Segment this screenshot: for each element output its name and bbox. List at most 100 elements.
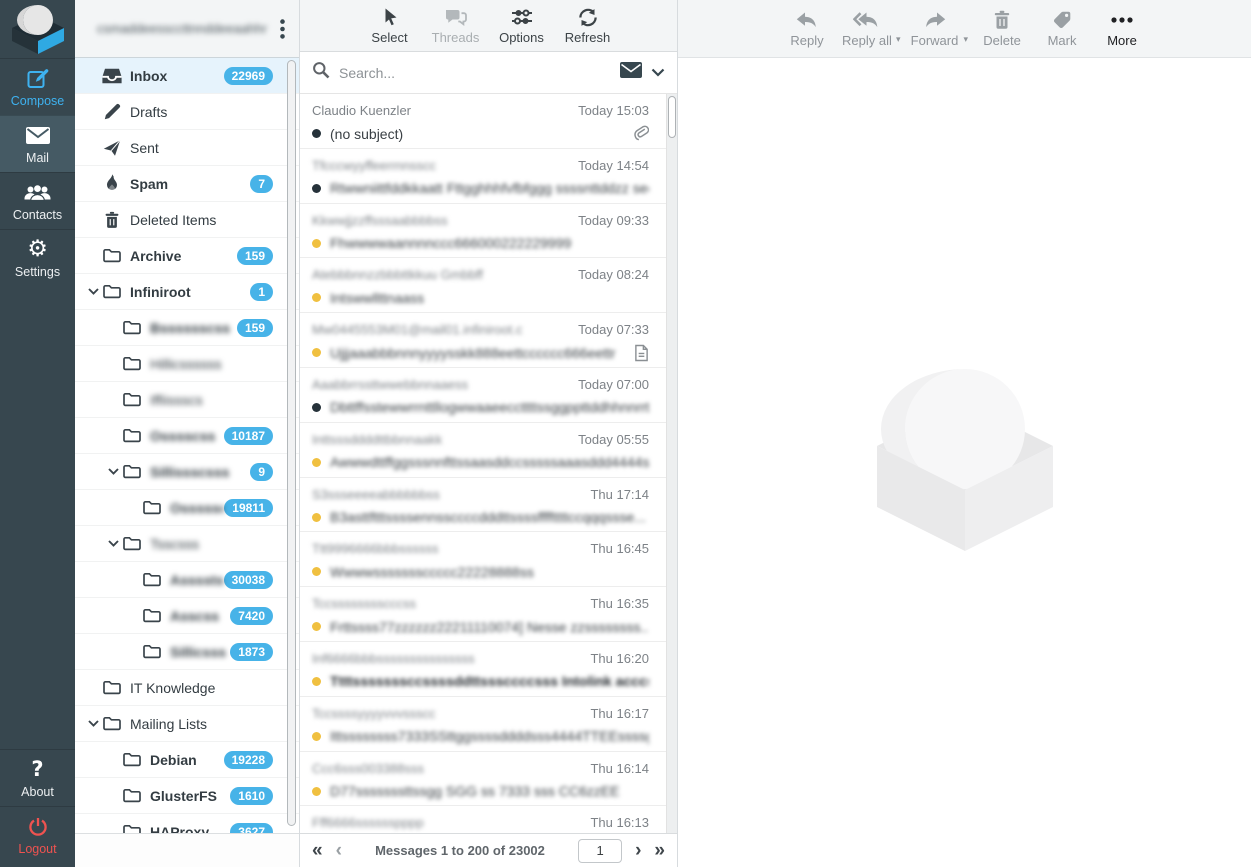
message-row[interactable]: Mw0445553M01@mail01.infiniroot.cToday 07… [300,313,677,368]
flagged-dot[interactable] [312,348,321,357]
sidebar-item-contacts[interactable]: Contacts [0,172,75,229]
message-row[interactable]: Fff6666ssssssppppThu 16:13Tssj jl li bb … [300,806,677,833]
flagged-dot[interactable] [312,513,321,522]
folder-item-redacted-7[interactable]: Tsscsss [75,526,299,562]
forward-button[interactable]: Forward [906,9,964,48]
last-page-button[interactable]: » [654,841,665,860]
message-date: Thu 16:17 [590,706,649,721]
unread-count-badge: 22969 [224,67,273,85]
message-row[interactable]: Atebbbnnzzbbbttkkuu GmbbffToday 08:24Int… [300,258,677,313]
message-row[interactable]: TccssssyyyyvvvsssccThu 16:17Ittssssssss7… [300,697,677,752]
reply-button[interactable]: Reply [778,9,836,48]
folder-label: Osssscss [150,428,224,444]
next-page-button[interactable]: › [635,841,641,860]
chevron-down-icon[interactable] [84,720,102,727]
kebab-menu-icon[interactable] [273,19,291,39]
message-sender: Tccssssyyyyvvvssscc [312,706,436,721]
message-row[interactable]: Ccc6sss003388sssThu 16:14D77sssssssttssg… [300,752,677,807]
folder-item-spam[interactable]: Spam7 [75,166,299,202]
unread-dot[interactable] [312,403,321,412]
folder-item-sent[interactable]: Sent [75,130,299,166]
message-row[interactable]: Inf6666bbbsssssssssssssssThu 16:20Ttttss… [300,642,677,697]
message-scrollbar[interactable] [666,94,677,833]
refresh-button[interactable]: Refresh [558,6,618,45]
folder-label: Mailing Lists [130,716,273,732]
message-row[interactable]: S3ssseeeeabbbbbbssThu 17:14B3asttftttsss… [300,478,677,533]
dropdown-caret-icon[interactable]: ▾ [964,35,969,45]
folder-item-redacted-4[interactable]: Osssscss10187 [75,418,299,454]
folder-item-redacted-10[interactable]: Sillicsss1873 [75,634,299,670]
first-page-button[interactable]: « [312,841,323,860]
folder-item-redacted-1[interactable]: Bsssssscss159 [75,310,299,346]
unread-count-badge: 1873 [230,643,273,661]
flagged-dot[interactable] [312,732,321,741]
content-panel: ReplyReply all▾Forward▾DeleteMarkMore [678,0,1251,867]
folder-item-it-knowledge[interactable]: IT Knowledge [75,670,299,706]
flagged-dot[interactable] [312,458,321,467]
delete-button[interactable]: Delete [973,9,1031,48]
mark-button[interactable]: Mark [1033,9,1091,48]
flagged-dot[interactable] [312,293,321,302]
message-row[interactable]: Claudio KuenzlerToday 15:03(no subject) [300,94,677,149]
message-row[interactable]: TfcccwyyffeerrnnssccToday 14:54Rtwwniitt… [300,149,677,204]
unread-dot[interactable] [312,184,321,193]
sidebar-item-about[interactable]: ?About [0,749,75,806]
folder-item-glusterfs[interactable]: GlusterFS1610 [75,778,299,814]
folder-scrollbar-thumb[interactable] [287,60,296,826]
sidebar-item-compose[interactable]: Compose [0,58,75,115]
options-button[interactable]: Options [492,6,552,45]
folder-item-redacted-6[interactable]: Ossssscss19811 [75,490,299,526]
folder-item-infiniroot[interactable]: Infiniroot1 [75,274,299,310]
threads-button[interactable]: Threads [426,6,486,45]
chevron-down-icon[interactable] [104,468,122,475]
compose-icon [26,67,50,91]
trash-icon [102,211,122,229]
contacts-icon [24,181,51,205]
toolbar-button-label: Options [499,30,544,45]
sidebar-item-mail[interactable]: Mail [0,115,75,172]
folder-item-archive[interactable]: Archive159 [75,238,299,274]
folder-item-deleted-items[interactable]: Deleted Items [75,202,299,238]
flagged-dot[interactable] [312,239,321,248]
flagged-dot[interactable] [312,677,321,686]
message-row[interactable]: AaabbrrssttwwebbnnaaessToday 07:00Dbttff… [300,368,677,423]
chevron-down-icon[interactable] [104,540,122,547]
page-number-input[interactable] [578,839,622,863]
folder-item-drafts[interactable]: Drafts [75,94,299,130]
folder-item-debian[interactable]: Debian19228 [75,742,299,778]
sidebar-item-logout[interactable]: Logout [0,806,75,863]
message-row[interactable]: InttsssddddttbbnnaakkToday 05:55Awwwdttf… [300,423,677,478]
search-input[interactable] [339,65,611,81]
unread-dot[interactable] [312,129,321,138]
more-button[interactable]: More [1093,9,1151,48]
sidebar-item-settings[interactable]: ⚙Settings [0,229,75,286]
select-button[interactable]: Select [360,6,420,45]
message-row[interactable]: TccsssssssscccssThu 16:35Frttssss77zzzzz… [300,587,677,642]
search-scope-envelope-icon[interactable] [620,62,642,83]
flagged-dot[interactable] [312,567,321,576]
folder-item-redacted-3[interactable]: Iffiissscs [75,382,299,418]
folder-item-redacted-8[interactable]: Assssts-cs30038 [75,562,299,598]
message-date: Today 07:00 [578,377,649,392]
message-row[interactable]: KkwwjjzzffsssaabbbbssToday 09:33Fhwwwwaa… [300,204,677,259]
message-date: Today 15:03 [578,103,649,118]
folder-label: Bsssssscss [150,320,237,336]
chevron-down-icon[interactable] [84,288,102,295]
folder-icon [142,500,162,515]
prev-page-button[interactable]: ‹ [336,841,342,860]
search-options-chevron-down-icon[interactable] [651,64,665,82]
folder-item-redacted-9[interactable]: Asscss7420 [75,598,299,634]
flagged-dot[interactable] [312,787,321,796]
folder-icon [122,788,142,803]
folder-item-redacted-5[interactable]: Sillissscsss9 [75,454,299,490]
dropdown-caret-icon[interactable]: ▾ [896,35,901,45]
message-row[interactable]: Ttt9996666bbbssssssThu 16:45Wwwwsssssssc… [300,532,677,587]
folder-item-haproxy[interactable]: HAProxy3627 [75,814,299,833]
folder-item-mailing-lists[interactable]: Mailing Lists [75,706,299,742]
folder-item-redacted-2[interactable]: Hillicssssss [75,346,299,382]
flagged-dot[interactable] [312,622,321,631]
folder-item-inbox[interactable]: Inbox22969 [75,58,299,94]
reply-all-button[interactable]: Reply all [838,9,896,48]
message-sender: Inttsssddddttbbnnaakk [312,432,442,447]
message-scrollbar-thumb[interactable] [668,96,676,138]
